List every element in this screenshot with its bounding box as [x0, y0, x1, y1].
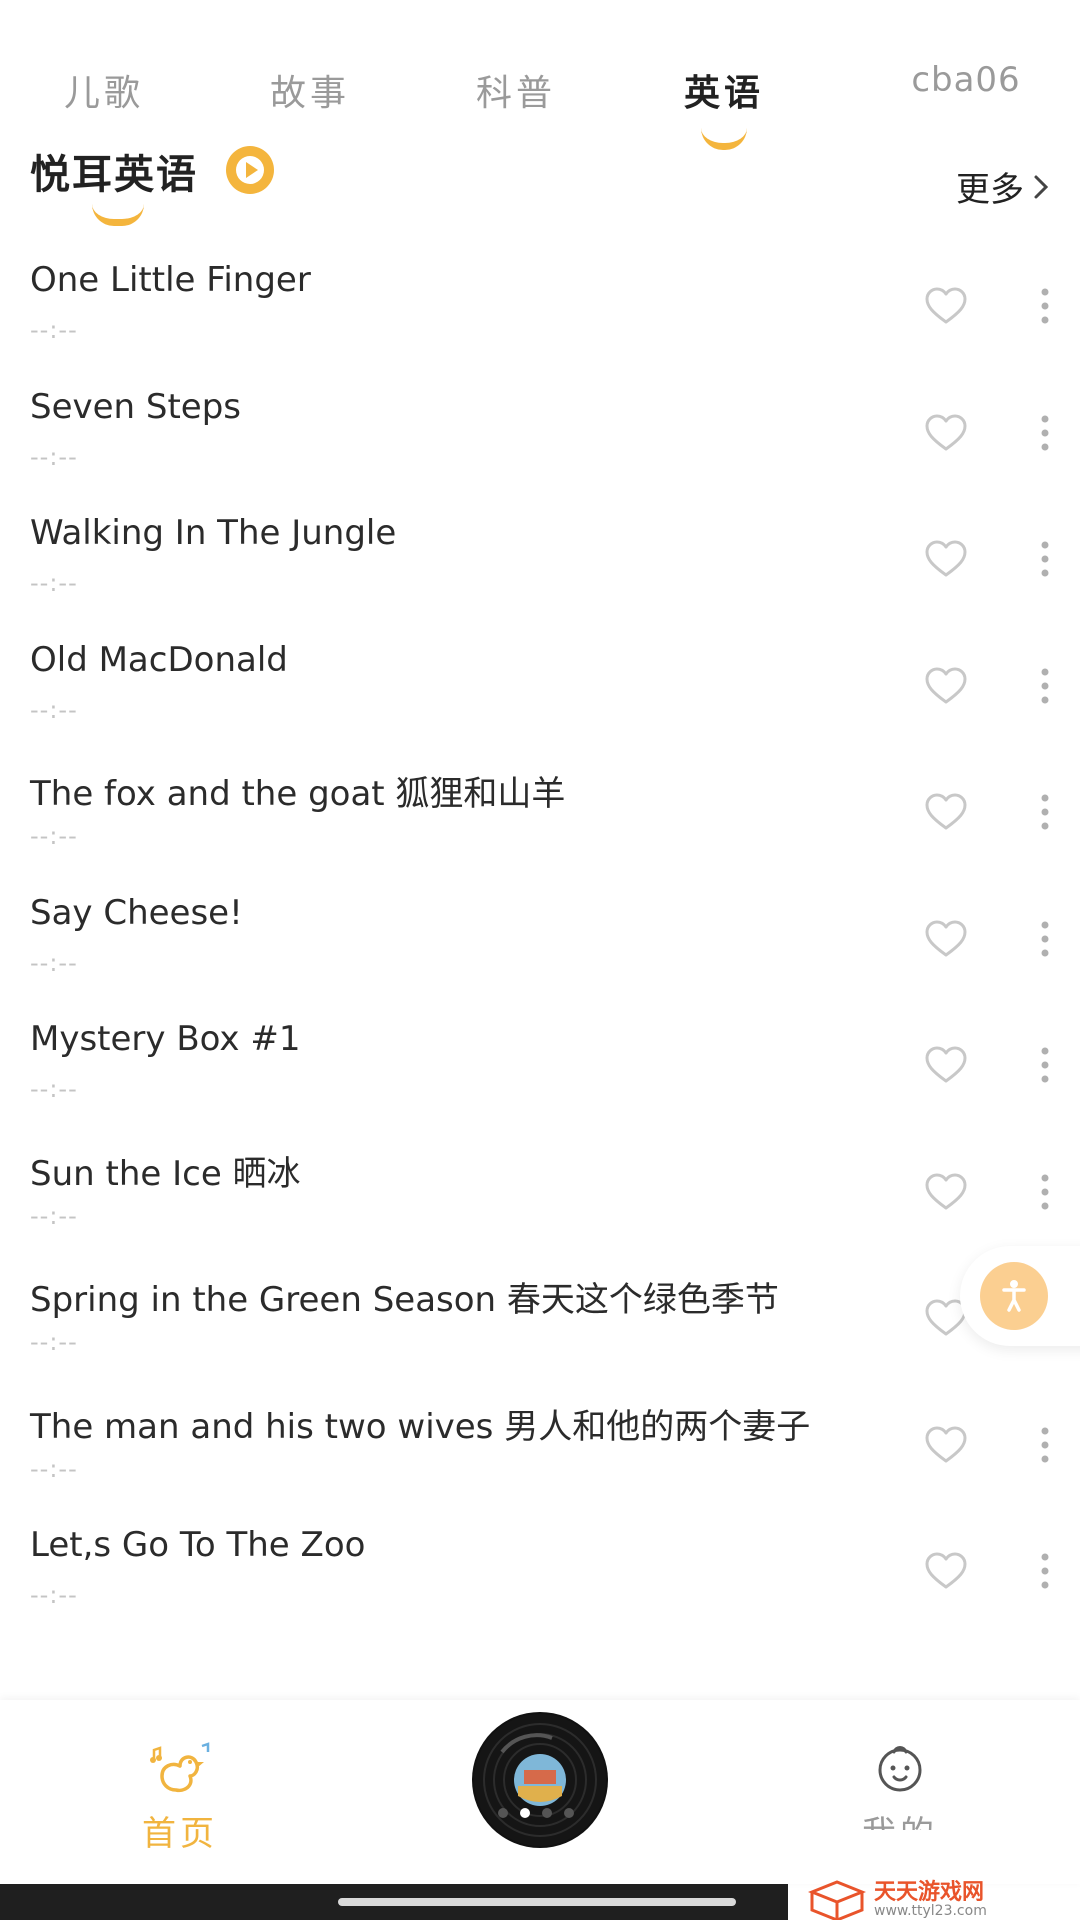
song-title: Let,s Go To The Zoo	[30, 1525, 366, 1565]
list-item[interactable]: Seven Steps --:--	[0, 375, 1080, 502]
favorite-heart-icon[interactable]	[924, 539, 968, 579]
baby-face-icon	[878, 1746, 922, 1792]
site-watermark: 天天游戏网 www.ttyl23.com	[808, 1880, 1080, 1920]
nav-home[interactable]: 首页	[130, 1740, 230, 1855]
song-duration: --:--	[30, 695, 78, 724]
list-item[interactable]: Mystery Box #1 --:--	[0, 1007, 1080, 1134]
favorite-heart-icon[interactable]	[924, 792, 968, 832]
song-title: Walking In The Jungle	[30, 513, 397, 553]
favorite-heart-icon[interactable]	[924, 413, 968, 453]
duck-home-icon	[150, 1742, 210, 1793]
favorite-heart-icon[interactable]	[924, 1425, 968, 1465]
accessibility-icon	[1002, 1280, 1026, 1312]
song-duration: --:--	[30, 1454, 78, 1483]
song-title: Sun the Ice 晒冰	[30, 1153, 301, 1194]
favorite-heart-icon[interactable]	[924, 919, 968, 959]
more-options-icon[interactable]	[1038, 286, 1052, 326]
section-title-underline	[92, 204, 144, 226]
more-link[interactable]: 更多	[956, 162, 1050, 211]
more-options-icon[interactable]	[1038, 1045, 1052, 1085]
nav-home-label: 首页	[142, 1814, 218, 1854]
floating-panel	[960, 1246, 1080, 1346]
more-options-icon[interactable]	[1038, 792, 1052, 832]
favorite-heart-icon[interactable]	[924, 1551, 968, 1591]
song-duration: --:--	[30, 569, 78, 597]
song-list: One Little Finger --:-- Seven Steps --:-- Wa…	[0, 248, 1080, 1640]
more-options-icon[interactable]	[1038, 1425, 1052, 1465]
chevron-right-icon	[1034, 175, 1049, 198]
active-tab-indicator	[701, 128, 747, 150]
song-duration: --:--	[30, 948, 78, 977]
more-options-icon[interactable]	[1038, 1551, 1052, 1591]
song-title: Mystery Box #1	[30, 1019, 301, 1059]
more-options-icon[interactable]	[1038, 666, 1052, 706]
watermark-url: www.ttyl23.com	[874, 1903, 987, 1919]
song-title: One Little Finger	[30, 260, 311, 300]
tab-cba06[interactable]: cba06	[866, 60, 1066, 100]
song-title: Seven Steps	[30, 386, 242, 427]
list-item[interactable]: The fox and the goat 狐狸和山羊 --:--	[0, 754, 1080, 881]
favorite-heart-icon[interactable]	[924, 666, 968, 706]
list-item[interactable]: The man and his two wives 男人和他的两个妻子 --:--	[0, 1387, 1080, 1514]
more-options-icon[interactable]	[1038, 539, 1052, 579]
song-duration: --:--	[30, 1075, 78, 1103]
pager-dot-active	[520, 1808, 530, 1818]
more-options-icon[interactable]	[1038, 413, 1052, 453]
song-title: Spring in the Green Season 春天这个绿色季节	[30, 1280, 779, 1320]
accessibility-button[interactable]	[980, 1262, 1048, 1330]
song-duration: --:--	[30, 822, 78, 850]
player-pager-dots	[498, 1808, 574, 1818]
play-all-icon[interactable]	[226, 146, 274, 194]
song-title: Say Cheese!	[30, 892, 243, 933]
song-duration: --:--	[30, 1328, 78, 1356]
list-item[interactable]: Let,s Go To The Zoo --:--	[0, 1513, 1080, 1640]
list-item[interactable]: Spring in the Green Season 春天这个绿色季节 --:--	[0, 1260, 1080, 1387]
tab-children-songs[interactable]: 儿歌	[4, 64, 204, 116]
favorite-heart-icon[interactable]	[924, 1045, 968, 1085]
list-item[interactable]: Walking In The Jungle --:--	[0, 501, 1080, 628]
list-item[interactable]: Old MacDonald --:--	[0, 628, 1080, 755]
pager-dot	[498, 1808, 508, 1818]
partial-list-item	[0, 1650, 1080, 1670]
favorite-heart-icon[interactable]	[924, 286, 968, 326]
song-title: The man and his two wives 男人和他的两个妻子	[30, 1406, 811, 1447]
tab-english[interactable]: 英语	[624, 64, 824, 150]
vinyl-record-icon	[474, 1714, 606, 1846]
more-options-icon[interactable]	[1038, 1172, 1052, 1212]
tab-stories[interactable]: 故事	[210, 64, 410, 116]
favorite-heart-icon[interactable]	[924, 1172, 968, 1212]
section-title: 悦耳英语	[30, 152, 198, 198]
song-title: Old MacDonald	[30, 639, 288, 680]
home-indicator[interactable]	[338, 1898, 736, 1906]
song-duration: --:--	[30, 442, 78, 471]
nav-me-label: 我的	[850, 1806, 950, 1830]
pager-dot	[564, 1808, 574, 1818]
watermark-logo-icon	[808, 1880, 866, 1920]
song-duration: --:--	[30, 1201, 78, 1230]
song-title: The fox and the goat 狐狸和山羊	[30, 774, 566, 814]
list-item[interactable]: One Little Finger --:--	[0, 248, 1080, 375]
song-duration: --:--	[30, 316, 78, 344]
list-item[interactable]: Sun the Ice 晒冰 --:--	[0, 1134, 1080, 1261]
song-duration: --:--	[30, 1581, 78, 1609]
nav-me[interactable]: 我的	[850, 1740, 950, 1830]
watermark-name: 天天游戏网	[874, 1880, 985, 1905]
list-item[interactable]: Say Cheese! --:--	[0, 881, 1080, 1008]
pager-dot	[542, 1808, 552, 1818]
now-playing-record[interactable]	[472, 1712, 608, 1848]
tab-science[interactable]: 科普	[416, 64, 616, 116]
more-options-icon[interactable]	[1038, 919, 1052, 959]
